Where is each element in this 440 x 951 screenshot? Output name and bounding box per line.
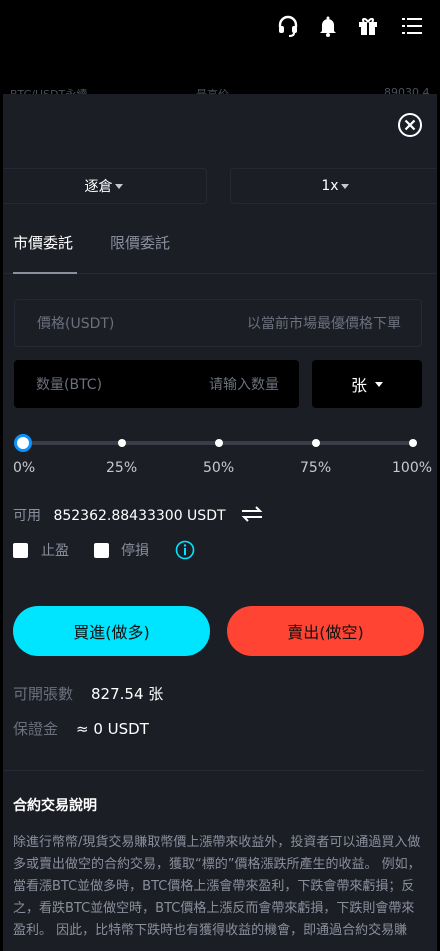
info-icon[interactable] [175,540,195,564]
leverage-label: 1x [321,178,339,194]
margin-label: 保證金 [13,720,59,738]
active-tab-indicator [13,272,77,274]
amount-slider[interactable] [14,434,424,452]
available-value: 852362.88433300 USDT [53,508,226,524]
slider-label-0: 0% [13,460,36,476]
description-body: 除進行幣幣/現貨交易賺取幣價上漲帶來收益外，投資者可以通過買入做多或賣出做空的合… [13,835,421,938]
unit-label: 张 [350,376,367,395]
close-icon [404,119,416,131]
margin-mode-select[interactable]: 逐倉 [3,168,207,204]
available-label: 可用 [13,508,41,524]
headset-icon[interactable] [276,14,300,38]
chevron-down-icon [114,183,123,189]
sell-short-button[interactable]: 賣出(做空) [227,606,424,656]
price-label: 價格(USDT) [37,316,115,332]
slider-label-75: 75% [300,460,332,476]
openable-label: 可開張數 [13,685,74,703]
slider-mark-25[interactable] [118,439,126,447]
slider-mark-50[interactable] [215,439,223,447]
bell-icon[interactable] [316,14,340,38]
stop-loss-checkbox[interactable] [94,543,109,558]
gift-icon[interactable] [356,14,380,38]
available-balance: 可用 852362.88433300 USDT [13,505,264,526]
slider-label-50: 50% [203,460,235,476]
openable-contracts: 可開張數 827.54 张 [13,683,163,704]
order-type-tabs: 市價委託 限價委託 [3,220,437,274]
menu-icon[interactable] [400,14,424,38]
close-button[interactable] [398,113,422,137]
slider-label-25: 25% [106,460,138,476]
divider [3,770,423,771]
slider-mark-75[interactable] [312,439,320,447]
buy-long-button[interactable]: 買進(做多) [13,606,210,656]
description-title: 合約交易說明 [13,798,97,814]
tab-market-order[interactable]: 市價委託 [13,232,73,253]
slider-mark-100[interactable] [409,439,417,447]
chevron-down-icon [340,183,349,189]
transfer-icon[interactable] [240,506,264,526]
chevron-down-icon [375,381,383,387]
leverage-select[interactable]: 1x [230,168,437,204]
order-sheet: 逐倉 1x 市價委託 限價委託 價格(USDT) 以當前市場最優價格下單 数量(… [3,94,437,951]
unit-select[interactable]: 张 [312,360,422,408]
price-input[interactable]: 價格(USDT) 以當前市場最優價格下單 [14,299,422,347]
tab-limit-order[interactable]: 限價委託 [110,232,170,253]
slider-thumb[interactable] [14,434,32,452]
take-profit-checkbox[interactable] [13,543,28,558]
top-bar [0,0,440,52]
slider-label-100: 100% [392,460,433,476]
quantity-label: 数量(BTC) [36,377,103,393]
margin-value: ≈ 0 USDT [76,720,149,738]
price-placeholder: 以當前市場最優價格下單 [247,316,401,332]
take-profit-label: 止盈 [41,543,69,559]
quantity-input[interactable]: 数量(BTC) 请输入数量 [14,360,299,408]
quantity-placeholder: 请输入数量 [209,377,279,393]
openable-value: 827.54 张 [91,685,164,703]
margin-mode-label: 逐倉 [84,179,113,195]
margin-amount: 保證金 ≈ 0 USDT [13,718,149,739]
order-options: 止盈 停損 [13,540,433,560]
mode-row: 逐倉 1x [3,168,437,204]
stop-loss-label: 停損 [121,543,149,559]
